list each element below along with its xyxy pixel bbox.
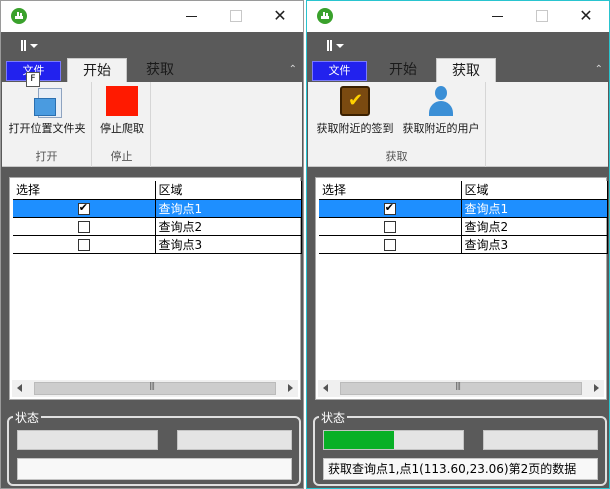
minimize-icon[interactable]	[185, 9, 199, 23]
row-checkbox[interactable]	[383, 238, 396, 251]
secondary-status-bar	[177, 430, 292, 450]
scroll-right-icon[interactable]	[288, 384, 293, 392]
area-cell[interactable]: 查询点2	[155, 217, 302, 236]
column-header-area[interactable]: 区域	[155, 181, 302, 200]
keytip-badge: F	[26, 72, 40, 87]
ribbon-panel: 获取附近的签到 获取附近的用户 获取	[308, 82, 608, 167]
status-legend: 状态	[13, 409, 42, 426]
grid-header-row: 选择 区域	[13, 181, 302, 200]
area-cell[interactable]: 查询点1	[155, 199, 302, 218]
open-folder-label: 打开位置文件夹	[8, 122, 86, 135]
tab-start[interactable]: 开始	[373, 58, 433, 82]
maximize-icon[interactable]	[535, 9, 549, 23]
fetch-checkins-label: 获取附近的签到	[316, 122, 394, 135]
row-checkbox[interactable]	[383, 201, 396, 215]
checkin-icon	[340, 86, 370, 116]
row-checkbox[interactable]	[77, 201, 90, 215]
ribbon-panel: 打开位置文件夹 打开 停止爬取 停止	[2, 82, 302, 167]
app-icon	[11, 8, 27, 24]
status-message: 获取查询点1,点1(113.60,23.06)第2页的数据	[323, 458, 598, 480]
table-row[interactable]: 查询点3	[13, 235, 302, 254]
quick-access-toolbar-icon[interactable]	[327, 39, 347, 53]
title-bar: ✕	[307, 1, 609, 32]
progress-bar	[17, 430, 158, 450]
status-message	[17, 458, 292, 480]
row-checkbox[interactable]	[383, 220, 396, 233]
secondary-status-bar	[483, 430, 598, 450]
select-cell[interactable]	[13, 199, 156, 218]
table-row[interactable]: 查询点2	[319, 217, 608, 236]
main-window-right: ✕ 文件 开始 获取 ⌃ 获取附近的签到 获取附近的用户 获取 选择 区域 查询	[306, 0, 610, 489]
scrollbar-thumb[interactable]	[340, 381, 582, 395]
title-bar: ✕	[1, 1, 303, 32]
progress-bar	[323, 430, 464, 450]
quick-access-toolbar-icon[interactable]	[21, 39, 41, 53]
ribbon-group-label: 停止	[110, 150, 133, 163]
ribbon-group-stop: 停止爬取 停止	[93, 82, 151, 167]
collapse-ribbon-icon[interactable]: ⌃	[595, 64, 603, 75]
stop-crawl-button[interactable]: 停止爬取	[97, 86, 147, 136]
select-cell[interactable]	[13, 235, 156, 254]
maximize-icon[interactable]	[229, 9, 243, 23]
ribbon-group-open: 打开位置文件夹 打开	[2, 82, 92, 167]
table-row[interactable]: 查询点1	[13, 199, 302, 218]
table-row[interactable]: 查询点2	[13, 217, 302, 236]
horizontal-scrollbar[interactable]	[12, 380, 298, 397]
select-cell[interactable]	[13, 217, 156, 236]
area-grid[interactable]: 选择 区域 查询点1 查询点2 查询点3	[315, 177, 608, 400]
select-cell[interactable]	[319, 199, 462, 218]
folder-icon	[34, 86, 62, 118]
close-icon[interactable]: ✕	[579, 8, 593, 24]
collapse-ribbon-icon[interactable]: ⌃	[289, 64, 297, 75]
ribbon-group-fetch: 获取附近的签到 获取附近的用户 获取	[308, 82, 486, 167]
stop-icon	[106, 86, 138, 116]
column-header-select[interactable]: 选择	[319, 181, 462, 200]
column-header-area[interactable]: 区域	[461, 181, 608, 200]
horizontal-scrollbar[interactable]	[318, 380, 604, 397]
fetch-users-label: 获取附近的用户	[402, 122, 480, 135]
scroll-left-icon[interactable]	[323, 384, 328, 392]
status-legend: 状态	[319, 409, 348, 426]
ribbon-group-label: 获取	[385, 150, 408, 163]
tab-fetch[interactable]: 获取	[130, 58, 190, 82]
area-cell[interactable]: 查询点3	[155, 235, 302, 254]
scrollbar-thumb[interactable]	[34, 381, 276, 395]
column-header-select[interactable]: 选择	[13, 181, 156, 200]
select-cell[interactable]	[319, 217, 462, 236]
area-cell[interactable]: 查询点2	[461, 217, 608, 236]
tab-start[interactable]: 开始	[67, 58, 127, 82]
file-tab[interactable]: 文件	[312, 61, 367, 81]
scroll-right-icon[interactable]	[594, 384, 599, 392]
app-icon	[317, 8, 333, 24]
fetch-users-button[interactable]: 获取附近的用户	[400, 86, 482, 136]
minimize-icon[interactable]	[491, 9, 505, 23]
fetch-checkins-button[interactable]: 获取附近的签到	[314, 86, 396, 136]
close-icon[interactable]: ✕	[273, 8, 287, 24]
main-window-left: ✕ 文件 F 开始 获取 ⌃ 打开位置文件夹 打开 停止爬取 停止 选择 区域	[0, 0, 304, 489]
area-cell[interactable]: 查询点3	[461, 235, 608, 254]
ribbon-group-label: 打开	[35, 150, 58, 163]
table-row[interactable]: 查询点1	[319, 199, 608, 218]
user-icon	[426, 86, 456, 116]
table-row[interactable]: 查询点3	[319, 235, 608, 254]
select-cell[interactable]	[319, 235, 462, 254]
stop-crawl-label: 停止爬取	[100, 122, 144, 135]
scroll-left-icon[interactable]	[17, 384, 22, 392]
row-checkbox[interactable]	[77, 220, 90, 233]
row-checkbox[interactable]	[77, 238, 90, 251]
area-cell[interactable]: 查询点1	[461, 199, 608, 218]
tab-fetch[interactable]: 获取	[436, 58, 496, 82]
grid-header-row: 选择 区域	[319, 181, 608, 200]
open-folder-button[interactable]: 打开位置文件夹	[6, 86, 88, 136]
area-grid[interactable]: 选择 区域 查询点1 查询点2 查询点3	[9, 177, 302, 400]
progress-fill	[324, 431, 394, 449]
